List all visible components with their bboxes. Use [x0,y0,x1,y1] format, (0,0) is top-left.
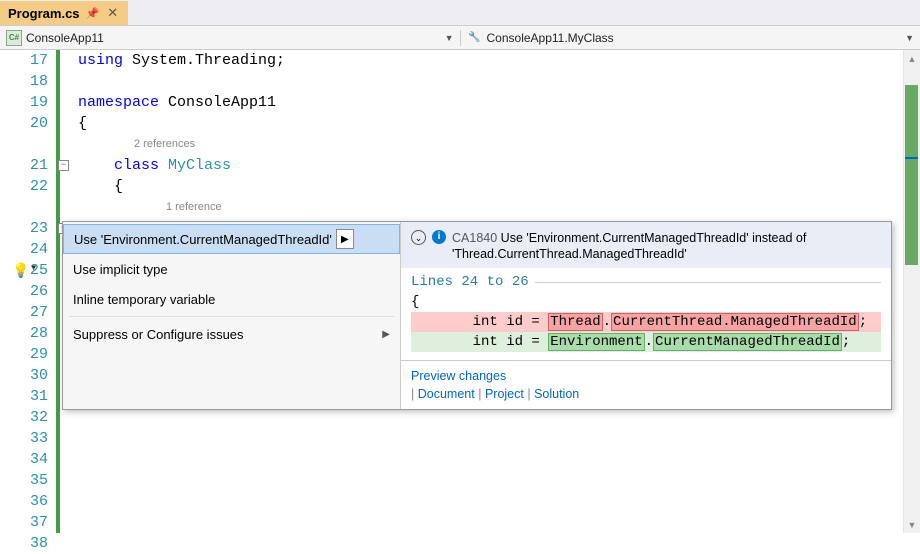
line-number [0,134,56,155]
line-number: 30 [0,365,56,386]
quick-actions-lightbulb[interactable]: 💡▼ [12,261,30,279]
quickfix-menu-item[interactable]: Suppress or Configure issues ▶ [63,319,400,349]
preview-header: ⌄ i CA1840 Use 'Environment.CurrentManag… [401,222,891,268]
line-number: 32 [0,407,56,428]
diff-removed-token: Thread [548,313,602,331]
line-number: 19 [0,92,56,113]
code-line[interactable]: { [78,176,920,197]
code-line[interactable] [78,71,920,92]
line-number: 31 [0,386,56,407]
diff-removed-line: int id = Thread.CurrentThread.ManagedThr… [411,312,881,332]
codelens-reference[interactable]: 2 references [78,134,920,155]
code-line[interactable] [78,449,920,470]
line-number: 24 [0,239,56,260]
line-number: 33 [0,428,56,449]
info-icon: i [432,230,446,244]
preview-diff: Lines 24 to 26 { int id = Thread.Current… [401,268,891,360]
nav-class-name: ConsoleApp11.MyClass [487,31,614,45]
scrollbar-change-mark [905,85,918,265]
scope-solution-link[interactable]: Solution [534,387,579,401]
menu-separator [69,316,394,317]
line-number: 17 [0,50,56,71]
diff-context-line: { [411,292,881,312]
line-number: 28 [0,323,56,344]
pin-icon[interactable]: 📌 [86,7,100,20]
line-number: 21 [0,155,56,176]
collapse-icon[interactable]: ⌄ [411,230,426,245]
preview-rule-text: CA1840 Use 'Environment.CurrentManagedTh… [452,230,881,262]
lightbulb-icon[interactable]: 💡 [12,264,29,280]
code-line[interactable] [78,407,920,428]
line-number [0,197,56,218]
nav-project-name: ConsoleApp11 [26,31,104,45]
code-line[interactable] [78,512,920,533]
scope-project-link[interactable]: Project [485,387,524,401]
editor-tab[interactable]: Program.cs 📌 ✕ [0,1,128,25]
scrollbar-caret-mark [905,157,918,159]
line-number: 23 [0,218,56,239]
quick-actions-preview: ⌄ i CA1840 Use 'Environment.CurrentManag… [401,222,891,409]
code-line[interactable]: namespace ConsoleApp11 [78,92,920,113]
code-line[interactable]: { [78,113,920,134]
quick-actions-popup: Use 'Environment.CurrentManagedThreadId'… [62,221,892,410]
scroll-down-arrow[interactable]: ▼ [904,516,920,533]
codelens-reference[interactable]: 1 reference [78,197,920,218]
scroll-up-arrow[interactable]: ▲ [904,50,920,67]
tab-strip: Program.cs 📌 ✕ [0,0,920,26]
menu-item-label: Suppress or Configure issues [73,327,244,342]
csharp-file-icon: C# [6,30,22,46]
nav-scope-left[interactable]: C# ConsoleApp11 ▼ [0,30,461,46]
vertical-scrollbar[interactable]: ▲ ▼ [903,50,920,533]
menu-item-label: Use 'Environment.CurrentManagedThreadId' [74,232,332,247]
chevron-down-icon[interactable]: ▼ [31,258,36,279]
line-number: 38 [0,533,56,554]
navigation-bar: C# ConsoleApp11 ▼ 🔧 ConsoleApp11.MyClass… [0,26,920,50]
line-number: 35 [0,470,56,491]
quick-actions-menu: Use 'Environment.CurrentManagedThreadId'… [63,222,401,409]
expand-preview-icon[interactable]: ▶ [336,229,354,249]
nav-scope-right[interactable]: 🔧 ConsoleApp11.MyClass ▼ [461,30,920,46]
quickfix-menu-item[interactable]: Use implicit type [63,254,400,284]
preview-changes-link[interactable]: Preview changes [411,369,506,383]
chevron-down-icon: ▼ [905,33,914,43]
close-icon[interactable]: ✕ [105,5,120,21]
line-number: 27 [0,302,56,323]
scope-document-link[interactable]: Document [418,387,475,401]
line-number: 18 [0,71,56,92]
diff-range-label: Lines 24 to 26 [411,272,881,292]
line-number: 29 [0,344,56,365]
preview-footer: Preview changes | Document | Project | S… [401,360,891,409]
class-icon: 🔧 [467,30,483,46]
scrollbar-track[interactable] [904,67,920,516]
quickfix-menu-item[interactable]: Inline temporary variable [63,284,400,314]
line-number: 36 [0,491,56,512]
line-number-gutter: 1718192021222324252627282930313233343536… [0,50,56,533]
line-number: 34 [0,449,56,470]
diff-added-token: Environment [548,333,644,351]
quickfix-menu-item[interactable]: Use 'Environment.CurrentManagedThreadId'… [63,224,400,254]
line-number: 26 [0,281,56,302]
code-line[interactable] [78,533,920,554]
line-number: 20 [0,113,56,134]
line-number: 22 [0,176,56,197]
chevron-down-icon: ▼ [445,33,454,43]
line-number: 37 [0,512,56,533]
code-line[interactable]: using System.Threading; [78,50,920,71]
code-line[interactable] [78,470,920,491]
menu-item-label: Use implicit type [73,262,168,277]
code-line[interactable] [78,428,920,449]
menu-item-label: Inline temporary variable [73,292,215,307]
fold-toggle[interactable]: − [58,160,69,171]
code-line[interactable]: class MyClass [78,155,920,176]
chevron-right-icon: ▶ [382,329,390,340]
diff-added-line: int id = Environment.CurrentManagedThrea… [411,332,881,352]
code-line[interactable] [78,491,920,512]
divider [535,282,881,283]
rule-id: CA1840 [452,231,497,245]
tab-filename: Program.cs [8,6,80,21]
